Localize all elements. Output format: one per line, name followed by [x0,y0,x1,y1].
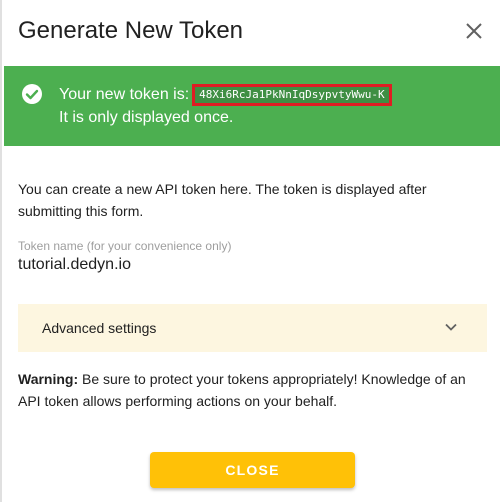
warning-body: Be sure to protect your tokens appropria… [18,371,466,409]
token-name-field[interactable] [18,256,458,274]
check-circle-icon [20,82,44,106]
close-icon[interactable] [462,19,486,43]
token-success-alert: Your new token is: 48Xi6RcJa1PkNnIqDsypv… [4,66,500,146]
warning-label: Warning: [18,371,79,387]
warning-text: Warning: Be sure to protect your tokens … [18,368,478,412]
dialog-title: Generate New Token [18,17,244,44]
advanced-settings-label: Advanced settings [42,320,157,336]
token-name-label: Token name (for your convenience only) [18,239,232,253]
dialog-titlebar: Generate New Token [2,0,500,64]
generate-token-dialog: Generate New Token Your new token is: 48… [0,0,500,502]
token-display-note: It is only displayed once. [59,109,234,126]
close-button[interactable]: CLOSE [150,452,355,488]
token-value[interactable]: 48Xi6RcJa1PkNnIqDsypvtyWwu-K [192,84,392,106]
chevron-down-icon[interactable] [443,319,459,335]
advanced-settings-panel[interactable]: Advanced settings [18,304,487,352]
token-message: Your new token is: 48Xi6RcJa1PkNnIqDsypv… [59,84,392,106]
token-message-prefix: Your new token is: [59,86,190,103]
intro-text: You can create a new API token here. The… [18,181,427,219]
